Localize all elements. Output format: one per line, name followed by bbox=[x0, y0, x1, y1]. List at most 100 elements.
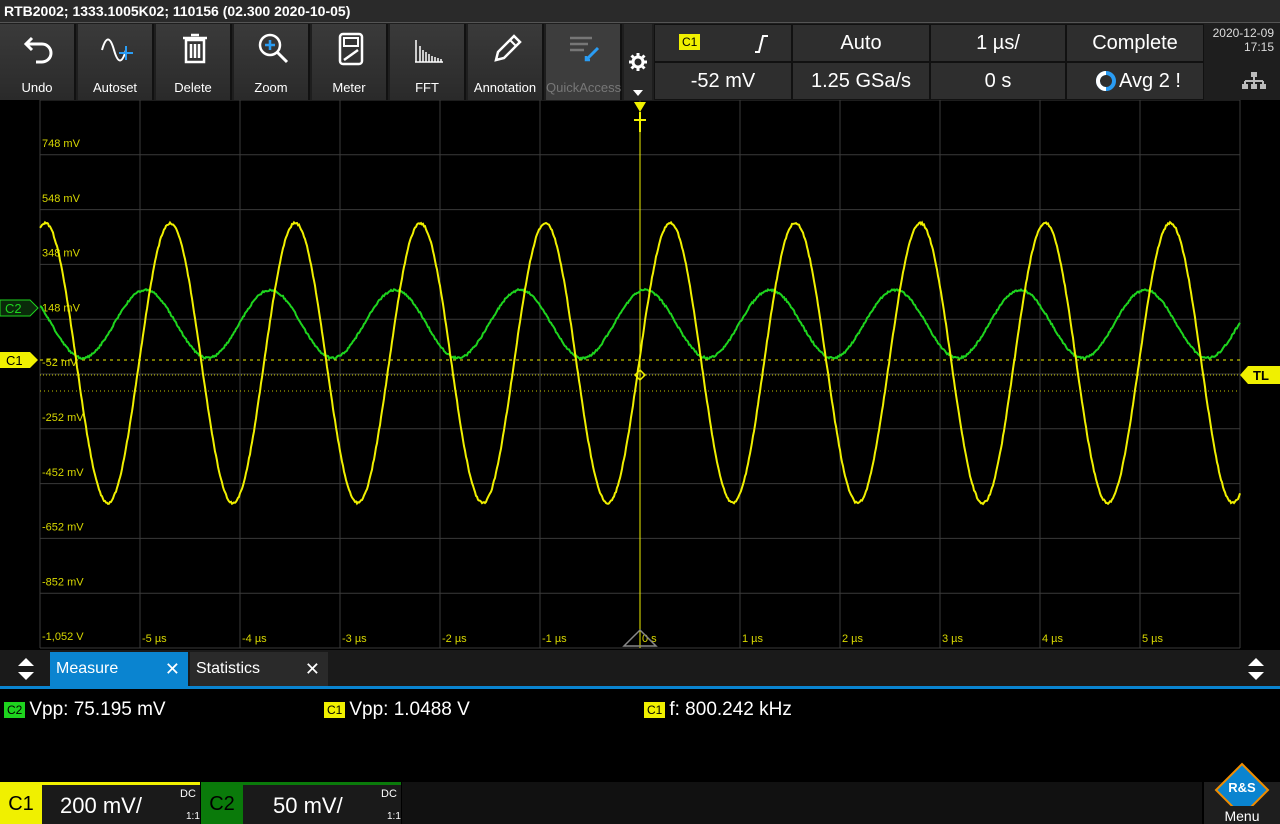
rs-logo-icon: R&S bbox=[1212, 762, 1272, 806]
zoom-label: Zoom bbox=[234, 80, 308, 95]
channel-c2-box[interactable]: C2 50 mV/ DC 1:1 bbox=[201, 782, 401, 824]
y-tick-label: -1,052 V bbox=[42, 631, 84, 643]
y-tick-label: -652 mV bbox=[42, 522, 84, 534]
measurement-c1-vpp[interactable]: C1 Vpp: 1.0488 V bbox=[324, 699, 470, 721]
date: 2020-12-09 bbox=[1204, 26, 1280, 40]
meter-button[interactable]: Meter bbox=[312, 24, 388, 100]
waveform-display[interactable]: 748 mV 548 mV 348 mV 148 mV -52 mV -252 mV -45… bbox=[0, 100, 1280, 650]
sample-rate-cell[interactable]: 1.25 GSa/s bbox=[792, 62, 930, 100]
channel-c1-box[interactable]: C1 200 mV/ DC 1:1 bbox=[0, 782, 200, 824]
x-tick-label: 5 µs bbox=[1142, 633, 1164, 645]
undo-icon bbox=[22, 32, 56, 66]
y-tick-label: 148 mV bbox=[42, 302, 81, 314]
c2-coupling: DC bbox=[381, 788, 397, 800]
autoset-icon bbox=[100, 32, 134, 66]
x-tick-label: 1 µs bbox=[742, 633, 764, 645]
datetime-panel: 2020-12-09 17:15 bbox=[1204, 24, 1280, 100]
close-measure-icon[interactable]: ✕ bbox=[165, 652, 180, 686]
acquisition-status-cell[interactable]: Complete bbox=[1066, 24, 1204, 62]
x-tick-label: -2 µs bbox=[442, 633, 467, 645]
menu-button[interactable]: R&S Menu bbox=[1204, 782, 1280, 824]
progress-ring-icon bbox=[1095, 70, 1117, 92]
gear-icon bbox=[628, 52, 648, 72]
channel-bar-empty bbox=[402, 782, 1202, 824]
x-tick-label: -1 µs bbox=[542, 633, 567, 645]
delete-button[interactable]: Delete bbox=[156, 24, 232, 100]
autoset-label: Autoset bbox=[78, 80, 152, 95]
chevron-down-icon bbox=[633, 90, 643, 96]
c2-probe: 1:1 bbox=[387, 811, 401, 822]
delete-label: Delete bbox=[156, 80, 230, 95]
trigger-source-badge: C1 bbox=[679, 34, 700, 50]
c1-level-marker[interactable]: C1 bbox=[0, 352, 38, 368]
c2-level-marker[interactable]: C2 bbox=[0, 300, 38, 316]
rising-edge-icon bbox=[753, 35, 769, 53]
tab-measure[interactable]: Measure ✕ bbox=[50, 652, 188, 686]
c2-marker-label: C2 bbox=[5, 301, 22, 316]
fft-icon bbox=[412, 32, 446, 66]
fft-label: FFT bbox=[390, 80, 464, 95]
trigger-mode: Auto bbox=[840, 32, 881, 54]
c1-scale: 200 mV/ bbox=[60, 793, 142, 819]
quickaccess-icon bbox=[568, 32, 602, 66]
y-tick-label: -252 mV bbox=[42, 412, 84, 424]
trigger-level: -52 mV bbox=[691, 70, 755, 92]
horizontal-offset-cell[interactable]: 0 s bbox=[930, 62, 1066, 100]
meas-value: Vpp: 1.0488 V bbox=[349, 699, 469, 720]
fft-button[interactable]: FFT bbox=[390, 24, 466, 100]
c1-label: C1 bbox=[0, 785, 42, 824]
acquisition-status: Complete bbox=[1092, 32, 1178, 54]
x-tick-label: -4 µs bbox=[242, 633, 267, 645]
undo-button[interactable]: Undo bbox=[0, 24, 76, 100]
trigger-level-cell[interactable]: -52 mV bbox=[654, 62, 792, 100]
instrument-title: RTB2002; 1333.1005K02; 110156 (02.300 20… bbox=[4, 3, 350, 19]
timebase-value: 1 µs/ bbox=[976, 32, 1020, 54]
annotation-label: Annotation bbox=[468, 80, 542, 95]
quickaccess-button[interactable]: QuickAccess bbox=[546, 24, 622, 100]
trigger-mode-cell[interactable]: Auto bbox=[792, 24, 930, 62]
scroll-arrows-icon-left[interactable] bbox=[16, 656, 36, 682]
trigger-source-cell[interactable]: C1 bbox=[654, 24, 792, 62]
annotation-button[interactable]: Annotation bbox=[468, 24, 544, 100]
acquire-mode-cell[interactable]: Avg 2 ! bbox=[1066, 62, 1204, 100]
c1-marker-label: C1 bbox=[6, 353, 23, 368]
measurement-results bbox=[0, 689, 1280, 781]
menu-label: Menu bbox=[1204, 808, 1280, 824]
time: 17:15 bbox=[1204, 40, 1280, 54]
meter-label: Meter bbox=[312, 80, 386, 95]
meas-channel-badge: C1 bbox=[644, 702, 665, 718]
tab-measure-label: Measure bbox=[56, 660, 118, 677]
pen-icon bbox=[490, 32, 524, 66]
y-tick-label: 548 mV bbox=[42, 193, 81, 205]
scroll-arrows-icon-right[interactable] bbox=[1246, 656, 1266, 682]
title-bar: RTB2002; 1333.1005K02; 110156 (02.300 20… bbox=[0, 0, 1280, 23]
y-tick-label: 748 mV bbox=[42, 138, 81, 150]
tab-statistics[interactable]: Statistics ✕ bbox=[190, 652, 328, 686]
c1-coupling: DC bbox=[180, 788, 196, 800]
trash-icon bbox=[178, 32, 212, 66]
meter-icon bbox=[334, 32, 368, 66]
timebase-cell[interactable]: 1 µs/ bbox=[930, 24, 1066, 62]
x-tick-label: -5 µs bbox=[142, 633, 167, 645]
x-tick-label: -3 µs bbox=[342, 633, 367, 645]
rs-logo-text: R&S bbox=[1228, 780, 1256, 795]
y-tick-label: -52 mV bbox=[42, 357, 78, 369]
x-tick-label: 4 µs bbox=[1042, 633, 1064, 645]
horizontal-offset: 0 s bbox=[985, 70, 1012, 92]
zoom-icon bbox=[256, 32, 290, 66]
acquire-mode: Avg 2 ! bbox=[1119, 70, 1181, 92]
measurement-c1-freq[interactable]: C1 f: 800.242 kHz bbox=[644, 699, 792, 721]
trigger-level-marker[interactable]: TL bbox=[1240, 366, 1280, 384]
tab-statistics-label: Statistics bbox=[196, 660, 260, 677]
close-statistics-icon[interactable]: ✕ bbox=[305, 652, 320, 686]
settings-button[interactable] bbox=[624, 24, 652, 100]
y-tick-label: 348 mV bbox=[42, 248, 81, 260]
x-tick-label: 2 µs bbox=[842, 633, 864, 645]
meas-channel-badge: C1 bbox=[324, 702, 345, 718]
zoom-button[interactable]: Zoom bbox=[234, 24, 310, 100]
meas-value: Vpp: 75.195 mV bbox=[29, 699, 165, 720]
network-icon bbox=[1242, 72, 1266, 90]
measurement-c2-vpp[interactable]: C2 Vpp: 75.195 mV bbox=[4, 699, 166, 721]
autoset-button[interactable]: Autoset bbox=[78, 24, 154, 100]
meas-value: f: 800.242 kHz bbox=[669, 699, 792, 720]
